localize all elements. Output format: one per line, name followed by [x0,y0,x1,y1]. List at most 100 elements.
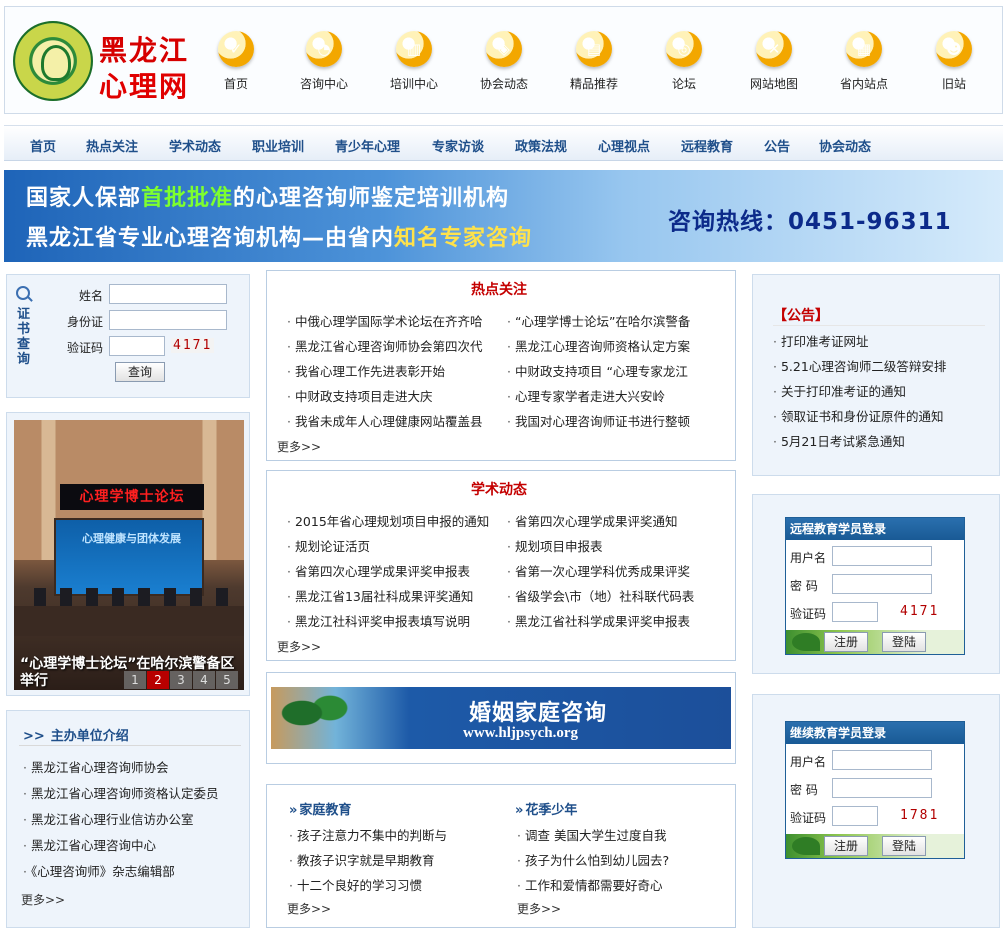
youth-title[interactable]: » 花季少年 [515,799,577,818]
slide-2-button[interactable]: 2 [147,671,169,689]
family-more-link[interactable]: 更多>> [287,900,331,917]
magnifier-icon [16,286,30,300]
username-input[interactable] [832,750,932,770]
login-footer: 注册 登陆 [786,834,964,858]
slide-3-button[interactable]: 3 [170,671,192,689]
captcha-image[interactable]: 1781 [898,808,942,823]
topnav-home[interactable]: ✓ 首页 [199,31,273,97]
name-input[interactable] [109,284,227,304]
nav-hot-topics[interactable]: 热点关注 [86,136,138,155]
news-item[interactable]: 黑龙江心理咨询师资格认定方案 [507,336,690,355]
news-item[interactable]: 黑龙江省社科学成果评奖申报表 [507,611,690,630]
news-item[interactable]: 心理专家学者走进大兴安岭 [507,386,665,405]
news-item[interactable]: 2015年省心理规划项目申报的通知 [287,511,489,530]
divider [773,325,985,326]
projection-screen: 心理健康与团体发展 [54,518,204,596]
query-button[interactable]: 查询 [115,362,165,382]
news-item[interactable]: 我省心理工作先进表彰开始 [287,361,445,380]
nav-home[interactable]: 首页 [30,136,56,155]
news-item[interactable]: 中财政支持项目 “心理专家龙江 [507,361,688,380]
news-item[interactable]: 中俄心理学国际学术论坛在齐齐哈 [287,311,483,330]
announcement-item[interactable]: 5月21日考试紧急通知 [773,431,905,450]
article-item[interactable]: 十二个良好的学习习惯 [289,875,422,894]
nav-youth[interactable]: 青少年心理 [335,136,400,155]
nav-academic[interactable]: 学术动态 [169,136,221,155]
sponsor-item[interactable]: 黑龙江省心理咨询中心 [23,835,156,854]
username-input[interactable] [832,546,932,566]
announcement-item[interactable]: 领取证书和身份证原件的通知 [773,406,944,425]
topnav-old-site[interactable]: ☻ 旧站 [917,31,991,97]
topnav-label: 咨询中心 [299,77,348,91]
captcha-input[interactable] [832,602,878,622]
slider-image[interactable]: 心理学博士论坛 心理健康与团体发展 “心理学博士论坛”在哈尔滨警备区举行 1 2… [14,420,244,690]
password-input[interactable] [832,778,932,798]
slide-4-button[interactable]: 4 [193,671,215,689]
article-item[interactable]: 教孩子识字就是早期教育 [289,850,435,869]
news-item[interactable]: 省第四次心理学成果评奖申报表 [287,561,470,580]
sponsor-item[interactable]: 黑龙江省心理咨询师资格认定委员 [23,783,219,802]
site-logo[interactable]: 黑龙江 心理网 [13,21,201,105]
sponsors-more-link[interactable]: 更多>> [21,891,65,908]
topnav-consult-center[interactable]: ◔ 咨询中心 [287,31,361,97]
nav-remote-education[interactable]: 远程教育 [681,136,733,155]
captcha-image[interactable]: 4171 [171,338,215,353]
nav-announcements[interactable]: 公告 [764,136,790,155]
news-item[interactable]: 黑龙江省心理咨询师协会第四次代 [287,336,483,355]
nav-viewpoint[interactable]: 心理视点 [598,136,650,155]
sponsor-item[interactable]: 《心理咨询师》杂志编辑部 [23,861,175,880]
news-item[interactable]: 规划项目申报表 [507,536,603,555]
news-item[interactable]: 黑龙江社科评奖申报表填写说明 [287,611,470,630]
news-item[interactable]: 我省未成年人心理健康网站覆盖县 [287,411,483,430]
slide-1-button[interactable]: 1 [124,671,146,689]
nav-interviews[interactable]: 专家访谈 [432,136,484,155]
topnav-label: 网站地图 [749,77,798,91]
captcha-image[interactable]: 4171 [898,604,942,619]
register-button[interactable]: 注册 [824,836,868,856]
slide-5-button[interactable]: 5 [216,671,238,689]
article-item[interactable]: 工作和爱情都需要好奇心 [517,875,663,894]
hot-topics-more-link[interactable]: 更多>> [277,438,321,455]
id-number-input[interactable] [109,310,227,330]
news-item[interactable]: “心理学博士论坛”在哈尔滨警备 [507,311,690,330]
password-input[interactable] [832,574,932,594]
captcha-input[interactable] [109,336,165,356]
news-item[interactable]: 中财政支持项目走进大庆 [287,386,433,405]
article-item[interactable]: 调查 美国大学生过度自我 [517,825,666,844]
announcement-item[interactable]: 关于打印准考证的通知 [773,381,906,400]
captcha-input[interactable] [832,806,878,826]
register-button[interactable]: 注册 [824,632,868,652]
login-button[interactable]: 登陆 [882,632,926,652]
nav-training[interactable]: 职业培训 [252,136,304,155]
nav-policy[interactable]: 政策法规 [515,136,567,155]
marriage-consult-banner[interactable]: 婚姻家庭咨询 www.hljpsych.org [271,687,731,749]
topnav-province-sites[interactable]: ▦ 省内站点 [827,31,901,97]
news-item[interactable]: 规划论证活页 [287,536,370,555]
marriage-ad-url: www.hljpsych.org [463,725,579,741]
hotline-banner[interactable]: 国家人保部首批批准的心理咨询师鉴定培训机构 黑龙江省专业心理咨询机构—由省内知名… [4,170,1003,262]
news-item[interactable]: 省第一次心理学科优秀成果评奖 [507,561,690,580]
hotline-number: 咨询热线：0451-96311 [668,209,952,235]
topnav-recommended[interactable]: ▤ 精品推荐 [557,31,631,97]
announcement-item[interactable]: 5.21心理咨询师二级答辩安排 [773,356,946,375]
topnav-site-map[interactable]: ✕ 网站地图 [737,31,811,97]
academic-more-link[interactable]: 更多>> [277,638,321,655]
news-item[interactable]: 省第四次心理学成果评奖通知 [507,511,678,530]
continuing-login-form: 继续教育学员登录 用户名 密 码 验证码 1781 注册 登陆 [785,721,965,859]
news-item[interactable]: 省级学会\市（地）社科联代码表 [507,586,694,605]
article-item[interactable]: 孩子为什么怕到幼儿园去? [517,850,669,869]
topnav-forum[interactable]: ◎ 论坛 [647,31,721,97]
news-item[interactable]: 我国对心理咨询师证书进行整顿 [507,411,690,430]
family-education-title[interactable]: » 家庭教育 [289,799,351,818]
sponsor-item[interactable]: 黑龙江省心理行业信访办公室 [23,809,194,828]
article-item[interactable]: 孩子注意力不集中的判断与 [289,825,447,844]
news-item[interactable]: 黑龙江省13届社科成果评奖通知 [287,586,473,605]
sponsor-item[interactable]: 黑龙江省心理咨询师协会 [23,757,169,776]
login-button[interactable]: 登陆 [882,836,926,856]
announcement-item[interactable]: 打印准考证网址 [773,331,869,350]
youth-more-link[interactable]: 更多>> [517,900,561,917]
topnav-training-center[interactable]: ▥ 培训中心 [377,31,451,97]
marriage-ad-title: 婚姻家庭咨询 [469,700,608,726]
topnav-association-news[interactable]: ◈ 协会动态 [467,31,541,97]
nav-association-news[interactable]: 协会动态 [819,136,871,155]
academic-news-panel: 学术动态 2015年省心理规划项目申报的通知 规划论证活页 省第四次心理学成果评… [266,470,736,661]
